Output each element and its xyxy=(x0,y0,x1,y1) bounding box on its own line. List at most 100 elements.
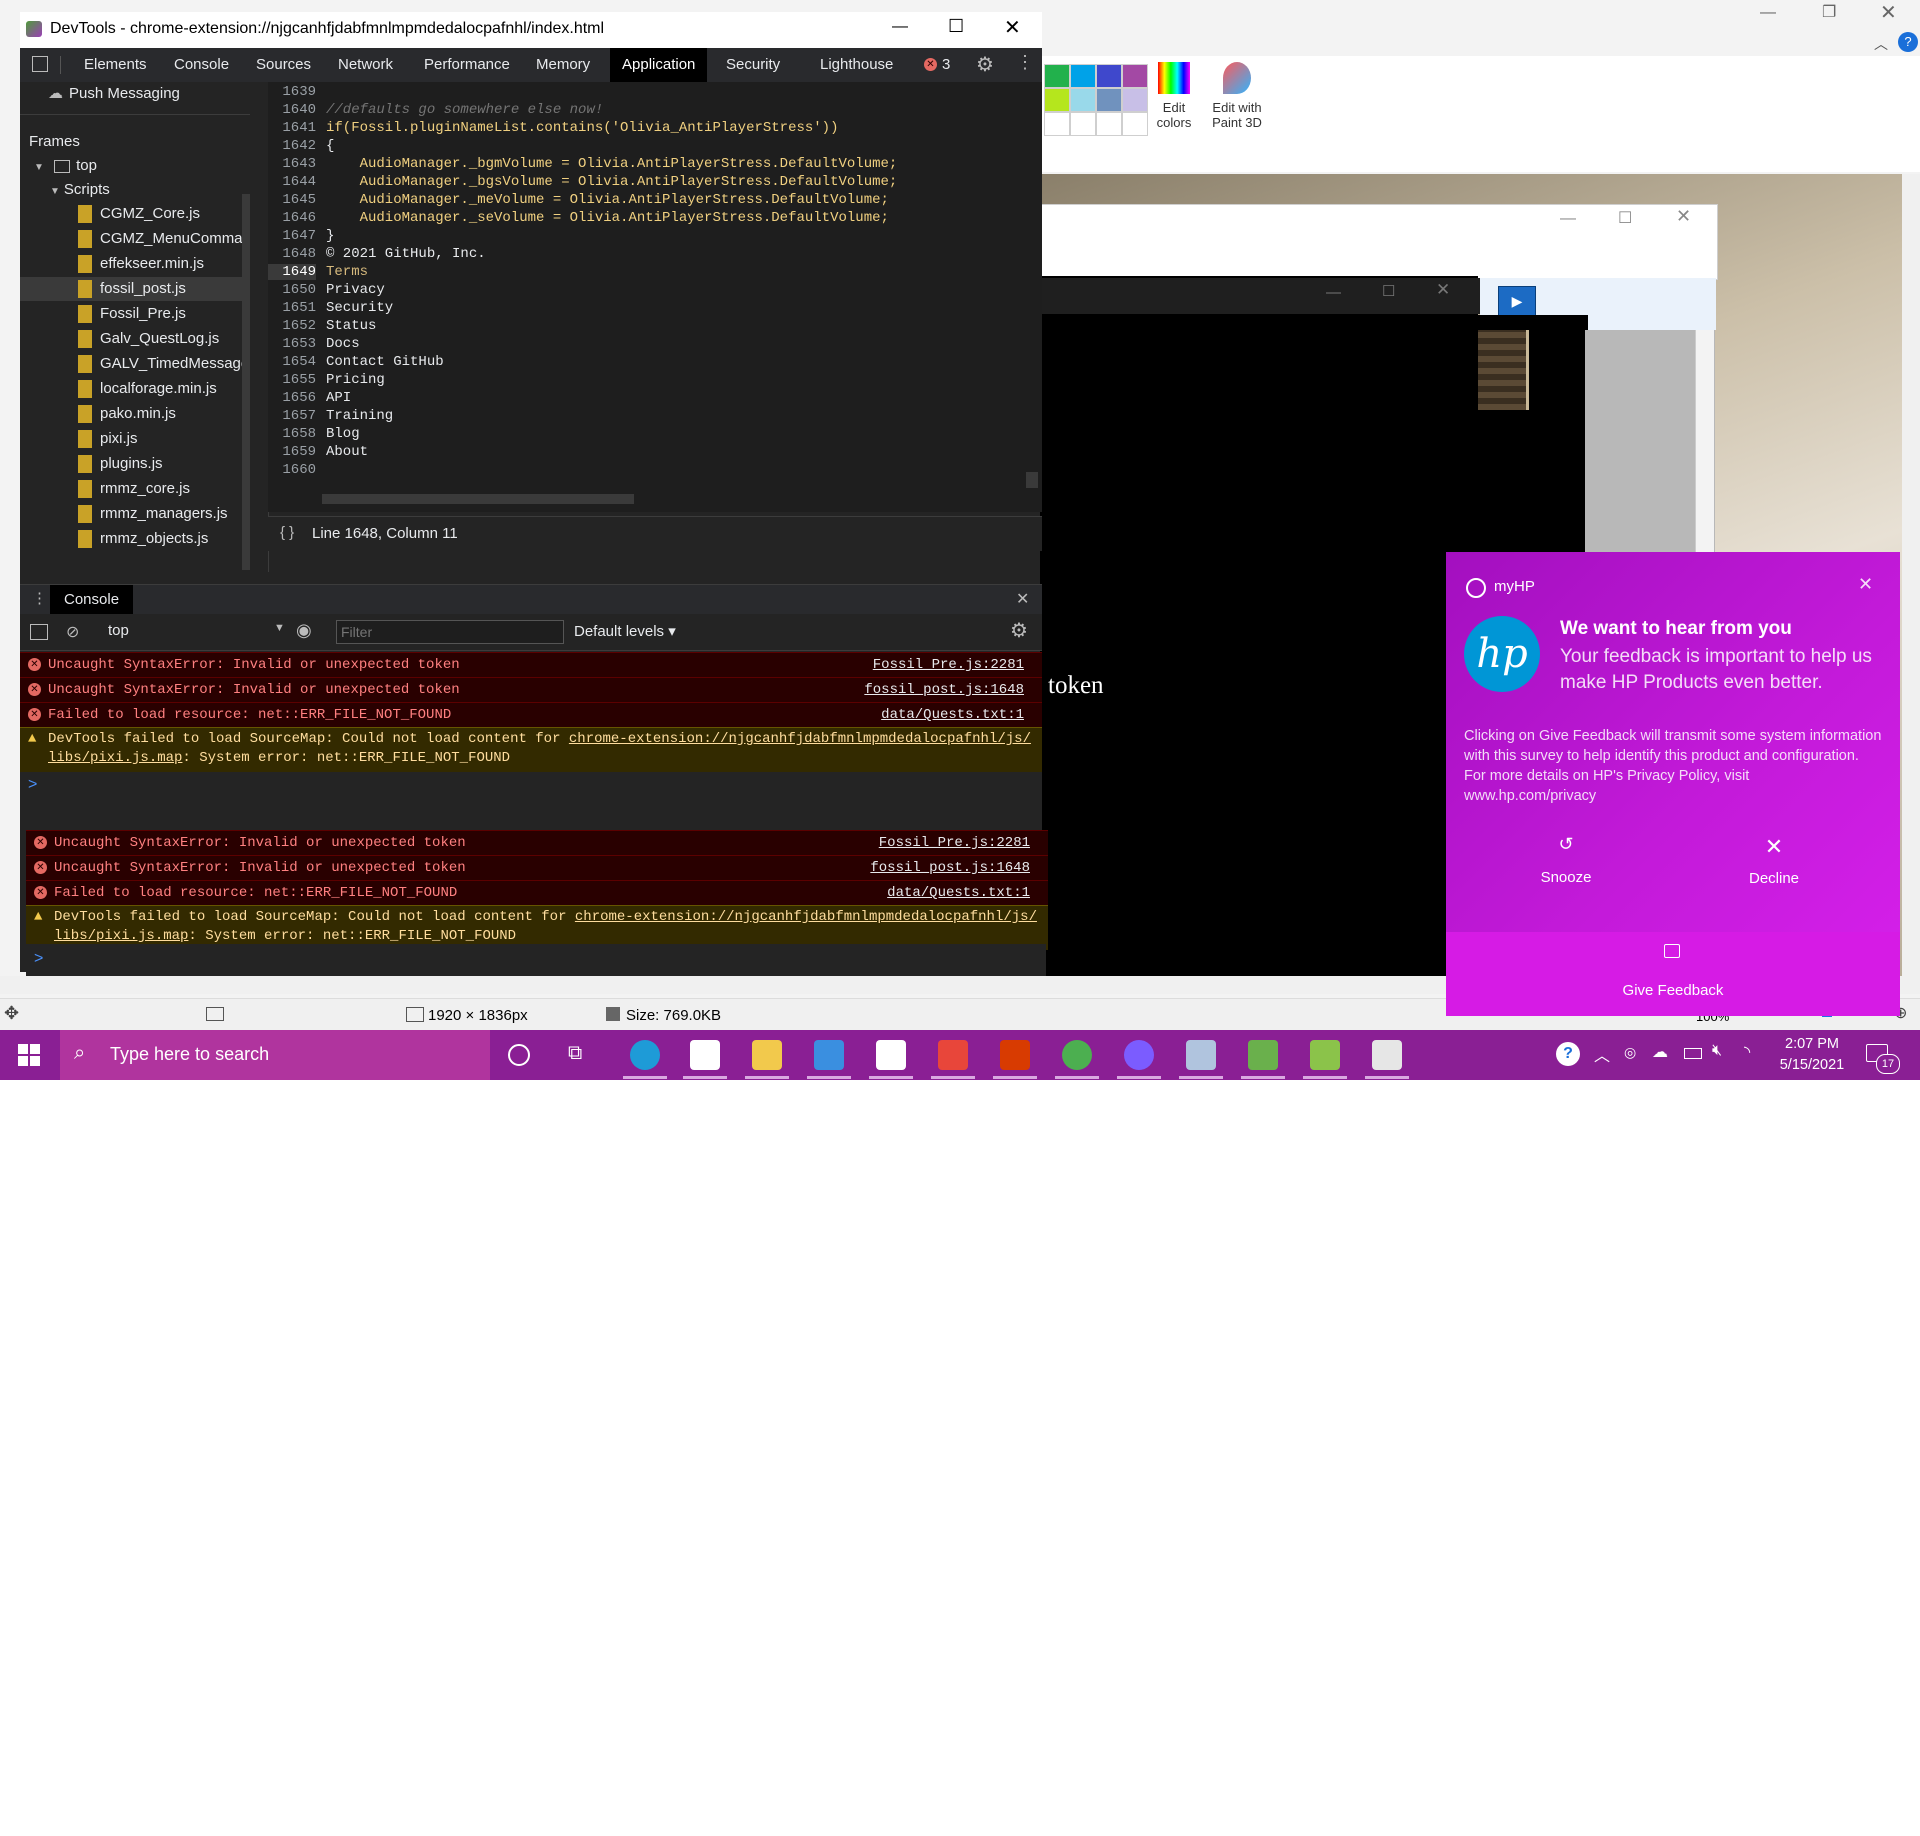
sidebar-editor-divider[interactable] xyxy=(250,82,269,572)
messenger-icon[interactable] xyxy=(1124,1040,1154,1070)
console-settings-gear-icon[interactable]: ⚙ xyxy=(1010,618,1028,643)
tab-console[interactable]: Console xyxy=(174,48,229,82)
chrome-icon[interactable] xyxy=(1062,1040,1092,1070)
code-line[interactable]: Docs xyxy=(326,336,360,352)
editor-hscrollbar[interactable] xyxy=(322,494,634,504)
paint-icon[interactable] xyxy=(1372,1040,1402,1070)
sidebar-file-item[interactable]: rmmz_managers.js xyxy=(20,502,250,526)
tab-memory[interactable]: Memory xyxy=(536,48,590,82)
tab-elements[interactable]: Elements xyxy=(84,48,147,82)
game-scrollbar[interactable] xyxy=(1695,330,1714,556)
paint-minimize-button[interactable]: — xyxy=(1760,4,1776,22)
code-line[interactable]: Training xyxy=(326,408,393,424)
clock[interactable]: 2:07 PM 5/15/2021 xyxy=(1770,1034,1854,1076)
tab-lighthouse[interactable]: Lighthouse xyxy=(820,48,893,82)
source-link[interactable]: fossil_post.js:1648 xyxy=(870,856,1030,880)
onedrive-tray-icon[interactable]: ☁ xyxy=(1652,1042,1668,1062)
edit-colors-button[interactable]: Edit colors xyxy=(1148,62,1200,130)
duplicate-console-prompt[interactable]: > xyxy=(26,944,1046,976)
webcam-tray-icon[interactable]: ◎ xyxy=(1624,1044,1636,1061)
sidebar-file-item[interactable]: Galv_QuestLog.js xyxy=(20,327,250,351)
game-inner-maximize-button[interactable]: ☐ xyxy=(1382,282,1395,300)
taskbar-search-box[interactable]: ⌕ Type here to search xyxy=(60,1030,490,1080)
source-link[interactable]: fossil_post.js:1648 xyxy=(864,678,1024,702)
sidebar-file-item[interactable]: pako.min.js xyxy=(20,402,250,426)
cortana-icon[interactable] xyxy=(508,1044,530,1066)
color-swatch[interactable] xyxy=(1044,112,1070,136)
warning-link-1[interactable]: chrome-extension://njgcanhfjdabfmnlmpmde… xyxy=(575,909,1037,925)
sidebar-file-item[interactable]: CGMZ_Core.js xyxy=(20,202,250,226)
source-link[interactable]: Fossil_Pre.js:2281 xyxy=(873,653,1024,677)
code-line[interactable]: } xyxy=(326,228,334,244)
drawer-close-button[interactable]: ✕ xyxy=(1016,589,1029,609)
color-swatch[interactable] xyxy=(1070,88,1096,112)
source-link[interactable]: Fossil_Pre.js:2281 xyxy=(879,831,1030,855)
store-icon[interactable] xyxy=(690,1040,720,1070)
edit-paint3d-button[interactable]: Edit with Paint 3D xyxy=(1206,62,1268,130)
play-button[interactable]: ▶ xyxy=(1498,286,1536,316)
game-app-active-icon[interactable] xyxy=(1310,1040,1340,1070)
sidebar-file-item[interactable]: rmmz_core.js xyxy=(20,477,250,501)
code-line[interactable]: Blog xyxy=(326,426,360,442)
sidebar-push-messaging[interactable]: ☁ Push Messaging xyxy=(48,82,180,106)
start-button[interactable] xyxy=(18,1044,40,1066)
color-swatch[interactable] xyxy=(1096,64,1122,88)
code-line[interactable]: Pricing xyxy=(326,372,385,388)
game-outer-minimize-button[interactable]: — xyxy=(1560,210,1576,228)
code-line[interactable]: About xyxy=(326,444,368,460)
code-line[interactable]: Security xyxy=(326,300,393,316)
dropbox-icon[interactable] xyxy=(876,1040,906,1070)
rpg-maker-icon[interactable] xyxy=(1186,1040,1216,1070)
error-count[interactable]: 3 xyxy=(942,56,950,73)
warning-link-1[interactable]: chrome-extension://njgcanhfjdabfmnlmpmde… xyxy=(569,731,1031,747)
color-swatch[interactable] xyxy=(1096,112,1122,136)
code-line[interactable]: © 2021 GitHub, Inc. xyxy=(326,246,486,262)
editor-vscrollbar[interactable] xyxy=(1026,472,1038,488)
game-inner-minimize-button[interactable]: — xyxy=(1326,284,1341,301)
color-swatch[interactable] xyxy=(1122,112,1148,136)
game-outer-close-button[interactable]: ✕ xyxy=(1676,206,1691,227)
wifi-tray-icon[interactable]: ◝ xyxy=(1744,1042,1750,1062)
mail-icon[interactable] xyxy=(814,1040,844,1070)
code-line[interactable]: //defaults go somewhere else now! xyxy=(326,102,603,118)
code-line[interactable]: Terms xyxy=(326,264,368,280)
sidebar-file-item[interactable]: Fossil_Pre.js xyxy=(20,302,250,326)
source-link[interactable]: data/Quests.txt:1 xyxy=(887,881,1030,905)
color-swatch[interactable] xyxy=(1044,64,1070,88)
help-tray-icon[interactable]: ? xyxy=(1556,1042,1580,1066)
paint-restore-button[interactable]: ❐ xyxy=(1822,2,1836,22)
devtools-maximize-button[interactable]: ☐ xyxy=(948,16,964,37)
code-line[interactable]: AudioManager._bgsVolume = Olivia.AntiPla… xyxy=(326,174,898,190)
anydesk-icon[interactable] xyxy=(938,1040,968,1070)
sidebar-file-item[interactable]: CGMZ_MenuCommand xyxy=(20,227,250,251)
sidebar-file-item[interactable]: effekseer.min.js xyxy=(20,252,250,276)
show-hidden-icons[interactable]: ︿ xyxy=(1594,1042,1610,1066)
context-selector[interactable]: top ▼ xyxy=(108,622,288,639)
game-inner-close-button[interactable]: ✕ xyxy=(1436,280,1450,300)
devtools-minimize-button[interactable]: — xyxy=(892,18,908,36)
give-feedback-button[interactable]: Give Feedback xyxy=(1446,932,1900,1016)
tree-item-top[interactable]: ▼ top xyxy=(34,154,97,178)
source-editor[interactable]: 1639 1640 //defaults go somewhere else now… xyxy=(268,82,1042,512)
code-line[interactable]: AudioManager._seVolume = Olivia.AntiPlay… xyxy=(326,210,889,226)
file-explorer-icon[interactable] xyxy=(752,1040,782,1070)
sidebar-file-item[interactable]: GALV_TimedMessageP xyxy=(20,352,250,376)
help-icon[interactable]: ? xyxy=(1898,32,1918,52)
edge-icon[interactable] xyxy=(630,1040,660,1070)
tab-security[interactable]: Security xyxy=(726,48,780,82)
sidebar-file-item[interactable]: localforage.min.js xyxy=(20,377,250,401)
devtools-close-button[interactable]: ✕ xyxy=(1004,15,1021,40)
decline-button[interactable]: ✕ Decline xyxy=(1714,834,1834,888)
battery-tray-icon[interactable] xyxy=(1684,1048,1702,1059)
color-swatch[interactable] xyxy=(1122,64,1148,88)
ribbon-collapse-icon[interactable]: ︿ xyxy=(1874,34,1888,54)
sidebar-file-item[interactable]: fossil_post.js xyxy=(20,277,250,301)
pretty-print-icon[interactable]: { } xyxy=(280,524,294,541)
sidebar-toggle-icon[interactable] xyxy=(30,624,48,640)
paint-close-button[interactable]: ✕ xyxy=(1880,0,1897,25)
tab-network[interactable]: Network xyxy=(338,48,393,82)
color-swatch[interactable] xyxy=(1044,88,1070,112)
warning-link-2[interactable]: libs/pixi.js.map xyxy=(54,928,188,944)
sidebar-scrollbar[interactable] xyxy=(242,194,250,570)
error-count-icon[interactable]: ✕ xyxy=(924,58,937,71)
